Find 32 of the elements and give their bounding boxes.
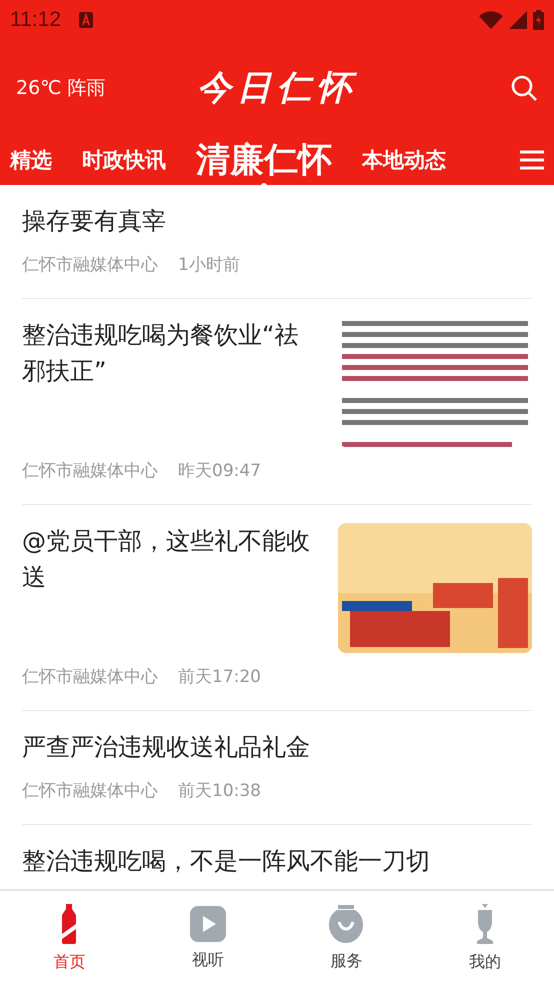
article-source: 仁怀市融媒体中心	[22, 254, 158, 276]
play-icon	[190, 906, 226, 942]
article-source: 仁怀市融媒体中心	[22, 780, 158, 802]
nav-tab[interactable]: 首页	[0, 891, 138, 985]
article-source: 仁怀市融媒体中心	[22, 460, 158, 482]
article-time: 1小时前	[178, 254, 240, 276]
article-title[interactable]: 整治违规吃喝为餐饮业“祛邪扶正”	[22, 317, 312, 389]
category-tab[interactable]: 精选	[10, 146, 52, 174]
article-source: 仁怀市融媒体中心	[22, 666, 158, 688]
search-icon	[510, 74, 538, 102]
nav-tab[interactable]: 视听	[138, 891, 277, 985]
wifi-icon	[479, 11, 503, 29]
article-title[interactable]: 操存要有真宰	[22, 203, 532, 239]
article-title[interactable]: @党员干部，这些礼不能收送	[22, 523, 312, 595]
menu-icon	[520, 150, 544, 170]
category-tab[interactable]: 本地动态	[362, 146, 446, 174]
app-logo: 今日仁怀	[197, 66, 357, 110]
weather-text: 26℃ 阵雨	[16, 76, 106, 100]
jar-icon	[329, 904, 364, 942]
article-title[interactable]: 严查严治违规收送礼品礼金	[22, 729, 532, 765]
notification-icon	[79, 12, 93, 28]
status-time: 11:12	[10, 8, 61, 32]
battery-icon	[533, 10, 544, 30]
article-title[interactable]: 整治违规吃喝，不是一阵风不能一刀切	[22, 843, 532, 879]
article-time: 昨天09:47	[178, 460, 261, 482]
signal-icon	[509, 11, 527, 29]
nav-tab[interactable]: 服务	[277, 891, 416, 985]
category-tab[interactable]: 时政快讯	[82, 146, 166, 174]
article-time: 前天17:20	[178, 666, 261, 688]
search-button[interactable]	[510, 74, 538, 102]
nav-tab[interactable]: 我的	[416, 891, 554, 985]
article-time: 前天10:38	[178, 780, 261, 802]
